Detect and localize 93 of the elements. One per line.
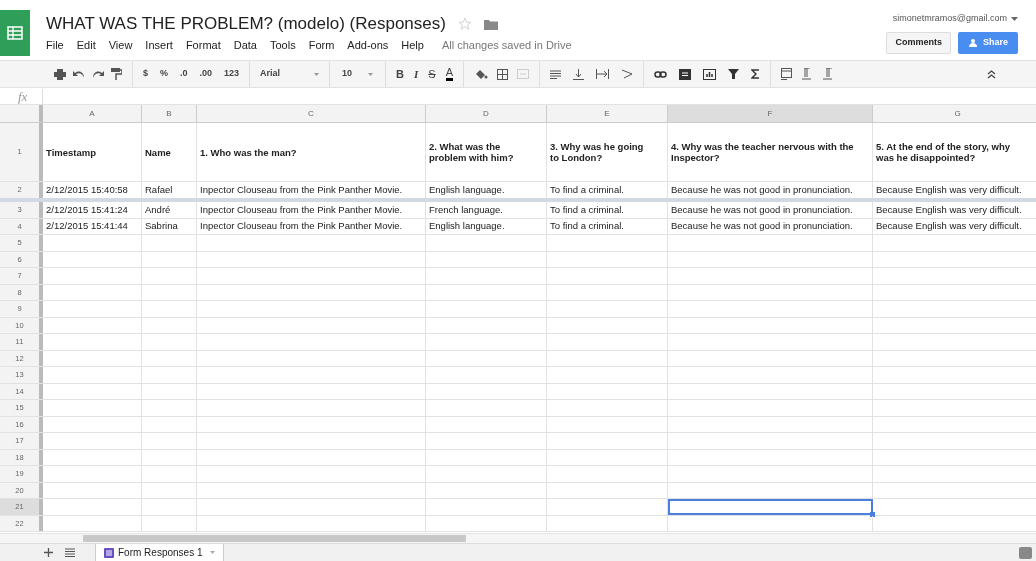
chart-icon[interactable] <box>703 68 716 80</box>
menu-item[interactable]: Format <box>185 37 221 54</box>
table-cell[interactable]: André <box>142 202 197 218</box>
column-header[interactable]: B <box>142 105 197 122</box>
currency-format-button[interactable]: $ <box>143 67 148 81</box>
text-color-button[interactable]: A <box>445 67 453 81</box>
table-cell[interactable]: Because English was very difficult. <box>873 218 1036 234</box>
right-to-left-icon[interactable] <box>822 68 832 80</box>
table-cell[interactable]: To find a criminal. <box>547 182 668 198</box>
column-header[interactable]: F <box>668 105 873 122</box>
folder-icon[interactable] <box>483 18 498 30</box>
caret-icon[interactable] <box>368 72 374 76</box>
font-dropdown[interactable]: Arial <box>250 61 331 87</box>
horizontal-scrollbar[interactable] <box>83 535 466 542</box>
borders-icon[interactable] <box>497 68 508 80</box>
table-cell[interactable]: Because he was not good in pronunciation. <box>668 182 873 198</box>
menu-item[interactable]: Tools <box>269 37 296 54</box>
table-cell[interactable]: Inpector Clouseau from the Pink Panther Movie. <box>197 218 426 234</box>
table-cell[interactable]: Sabrina <box>142 218 197 234</box>
fill-color-icon[interactable] <box>474 68 488 80</box>
increase-decimals-button[interactable]: .00 <box>199 67 213 81</box>
table-cell[interactable]: English language. <box>426 218 547 234</box>
column-header[interactable]: C <box>197 105 426 122</box>
menu-item[interactable]: Data <box>233 37 257 54</box>
table-cell[interactable]: To find a criminal. <box>547 202 668 218</box>
table-cell[interactable]: 2/12/2015 15:41:44 <box>43 218 142 234</box>
document-title: WHAT WAS THE PROBLEM? (modelo) (Responses) <box>46 14 446 34</box>
menu-item[interactable]: Add-ons <box>347 37 389 54</box>
comment-icon[interactable] <box>679 68 691 80</box>
person-icon <box>968 38 979 47</box>
column-header[interactable]: D <box>426 105 547 122</box>
formula-label: fx <box>17 88 29 104</box>
selected-cell[interactable] <box>668 499 873 515</box>
table-cell[interactable]: Because he was not good in pronunciation. <box>668 218 873 234</box>
table-cell[interactable]: Inpector Clouseau from the Pink Panther Movie. <box>197 182 426 198</box>
table-cell[interactable]: 2/12/2015 15:41:24 <box>43 202 142 218</box>
sigma-icon[interactable] <box>751 69 760 79</box>
form-icon <box>104 547 114 558</box>
comments-button[interactable]: Comments <box>886 31 951 54</box>
table-cell[interactable]: English language. <box>426 182 547 198</box>
column-title-cell[interactable]: 3. Why was he going to London? <box>547 123 668 181</box>
caret-icon[interactable] <box>1011 16 1018 21</box>
table-cell[interactable]: Because English was very difficult. <box>873 182 1036 198</box>
account-email[interactable]: simonetmramos@gmail.com <box>892 12 1007 26</box>
menu-item[interactable]: Form <box>308 37 335 54</box>
column-title-cell[interactable]: Name <box>142 123 197 181</box>
column-title-cell[interactable]: 5. At the end of the story, why was he disappointed? <box>873 123 1036 181</box>
decrease-decimals-button[interactable]: .0 <box>180 67 188 81</box>
menu-item[interactable]: File <box>46 37 64 54</box>
star-icon[interactable] <box>457 17 472 31</box>
menu-item[interactable]: Insert <box>145 37 173 54</box>
caret-icon[interactable] <box>314 72 320 76</box>
left-to-right-icon[interactable] <box>802 68 812 80</box>
percent-format-button[interactable]: % <box>160 67 169 81</box>
text-rotation-icon[interactable] <box>621 69 633 79</box>
table-cell[interactable]: Because he was not good in pronunciation. <box>668 202 873 218</box>
menu-item[interactable]: Help <box>401 37 424 54</box>
merge-cells-icon <box>517 69 529 79</box>
menu-item[interactable]: Edit <box>76 37 96 54</box>
collapse-icon[interactable] <box>987 69 996 79</box>
column-title-cell[interactable]: 2. What was the problem with him? <box>426 123 547 181</box>
link-icon[interactable] <box>654 70 667 78</box>
undo-icon[interactable] <box>73 70 85 78</box>
explore-button[interactable] <box>1019 546 1032 559</box>
add-sheet-icon[interactable] <box>44 548 53 557</box>
filter-icon[interactable] <box>728 69 739 79</box>
table-cell[interactable]: Because English was very difficult. <box>873 202 1036 218</box>
freeze-icon[interactable] <box>781 68 792 80</box>
column-header[interactable]: G <box>873 105 1036 122</box>
align-icon[interactable] <box>550 69 561 79</box>
menu-item[interactable]: View <box>108 37 133 54</box>
table-cell[interactable]: Rafael <box>142 182 197 198</box>
vertical-align-icon[interactable] <box>573 68 584 80</box>
table-cell[interactable]: Inpector Clouseau from the Pink Panther Movie. <box>197 202 426 218</box>
save-status: All changes saved in Drive <box>441 38 572 53</box>
column-header[interactable]: A <box>43 105 142 122</box>
italic-button[interactable]: I <box>414 65 419 83</box>
table-cell[interactable]: To find a criminal. <box>547 218 668 234</box>
table-cell[interactable]: 2/12/2015 15:40:58 <box>43 182 142 198</box>
text-wrap-icon[interactable] <box>596 69 609 79</box>
sheet-list-icon[interactable] <box>65 548 75 557</box>
column-title-cell[interactable]: Timestamp <box>43 123 142 181</box>
bold-button[interactable]: B <box>396 65 405 83</box>
table-cell[interactable]: French language. <box>426 202 547 218</box>
strikethrough-button[interactable]: S <box>428 65 436 83</box>
column-title-cell[interactable]: 4. Why was the teacher nervous with the Inspector? <box>668 123 873 181</box>
sheets-logo-icon[interactable] <box>0 10 30 56</box>
redo-icon[interactable] <box>92 70 104 78</box>
paint-format-icon[interactable] <box>111 68 122 80</box>
column-title-cell[interactable]: 1. Who was the man? <box>197 123 426 181</box>
number-format-button[interactable]: 123 <box>224 67 240 81</box>
font-size-dropdown[interactable]: 10 <box>330 61 387 87</box>
sheet-tab[interactable]: Form Responses 1 <box>95 544 225 561</box>
